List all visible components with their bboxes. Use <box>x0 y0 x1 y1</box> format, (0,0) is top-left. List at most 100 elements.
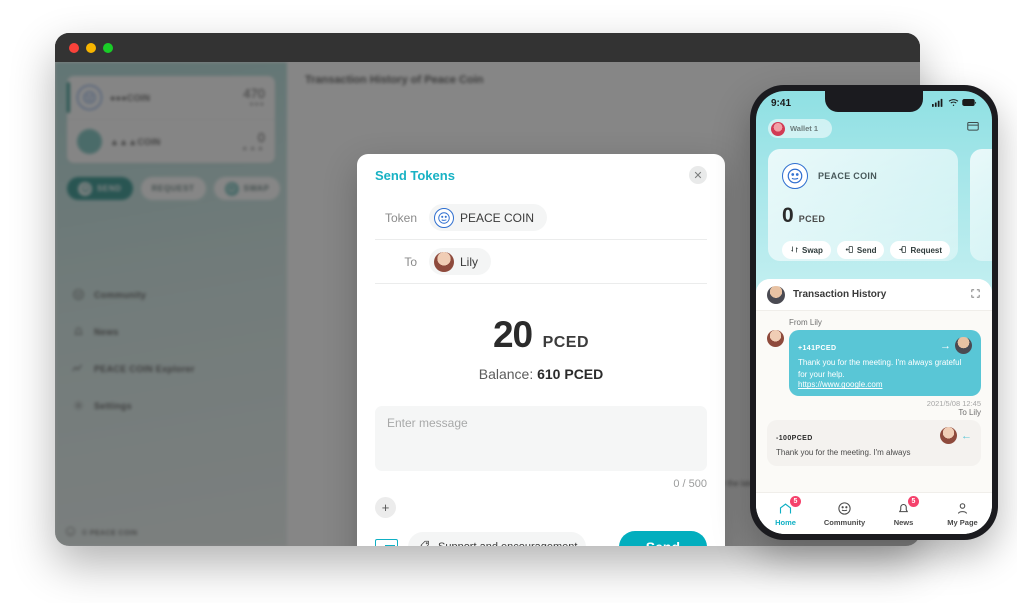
status-indicators <box>932 94 977 112</box>
window-close-button[interactable] <box>69 42 79 53</box>
category-value: Support and encouragement <box>438 541 577 546</box>
token-card-actions: Swap Send Request <box>782 241 951 259</box>
tab-label: Home <box>775 517 796 527</box>
amount-value: 20 <box>492 314 533 355</box>
tab-label: My Page <box>947 517 978 527</box>
expand-icon[interactable] <box>970 286 981 304</box>
person-icon <box>955 501 970 516</box>
balance-line: Balance: 610 PCED <box>375 366 707 382</box>
tab-home[interactable]: 5 Home <box>756 493 815 534</box>
transaction-bubble[interactable]: +141PCED → Thank you for the meeting. I'… <box>789 330 981 397</box>
arrow-left-icon: ← <box>961 429 972 442</box>
avatar <box>767 285 785 304</box>
window-minimize-button[interactable] <box>86 42 96 53</box>
send-submit-button[interactable]: Send <box>618 531 707 546</box>
bubble-header: -100PCED ← <box>776 427 972 445</box>
modal-footer: Support and encouragement ⌄ Send <box>375 531 707 546</box>
recipient-label: To <box>404 254 417 269</box>
transaction-bubble[interactable]: -100PCED ← Thank you for the meeting. I'… <box>767 420 981 466</box>
send-button-label: Send <box>856 245 877 255</box>
tab-news[interactable]: 5 News <box>874 493 933 534</box>
swap-button-label: Swap <box>802 245 823 255</box>
category-select[interactable]: Support and encouragement ⌄ <box>408 532 592 546</box>
transaction-timestamp: 2021/5/08 12:45 <box>926 399 981 409</box>
phone-status-bar: 9:41 <box>756 91 992 115</box>
bubble-header: +141PCED → <box>798 337 972 354</box>
wallet-selector[interactable]: Wallet 1 <box>768 119 833 138</box>
bell-icon: 5 <box>896 495 919 516</box>
balance-label: Balance: <box>478 366 534 382</box>
token-card-next[interactable] <box>970 149 992 261</box>
transaction-amount: +141PCED <box>798 338 836 353</box>
token-field-row: Token PEACE COIN <box>375 196 707 240</box>
status-badge: 5 <box>908 495 919 507</box>
screenshot-stage: ●●●COIN 470 ●●● ▲▲▲COIN 0 <box>0 0 1017 603</box>
tag-icon <box>419 538 431 546</box>
balance-value: 610 PCED <box>537 366 604 382</box>
transaction-history-header: Transaction History <box>756 279 992 311</box>
request-arrow-icon <box>898 245 907 256</box>
phone-wallet-header: Wallet 1 <box>756 115 992 138</box>
token-label: Token <box>384 210 417 225</box>
peace-coin-logo-icon <box>782 163 808 189</box>
token-card-header: PEACE COIN <box>782 163 944 189</box>
request-button[interactable]: Request <box>890 241 951 259</box>
phone-tab-bar: 5 Home Community 5 News My Page <box>756 492 992 534</box>
token-card-balance: 0 PCED <box>782 204 944 228</box>
transaction-list: From Lily +141PCED → Thank you for the m… <box>756 311 992 466</box>
send-button[interactable]: Send <box>836 241 885 259</box>
battery-icon <box>962 94 977 112</box>
token-card-name: PEACE COIN <box>818 171 878 181</box>
transaction-amount-unit: PCED <box>815 345 837 352</box>
wallet-icon[interactable] <box>966 119 980 138</box>
token-card-carousel[interactable]: PEACE COIN 0 PCED Swap Send Request <box>756 149 992 267</box>
home-icon: 5 <box>778 495 801 516</box>
swap-icon <box>790 245 799 256</box>
message-input[interactable]: Enter message <box>375 406 707 471</box>
avatar <box>940 427 957 445</box>
tab-label: Community <box>823 517 866 527</box>
transaction-history-panel: Transaction History From Lily +141PCED →… <box>756 279 992 534</box>
token-selector[interactable]: PEACE COIN <box>429 204 548 231</box>
swap-button[interactable]: Swap <box>782 241 831 259</box>
close-icon[interactable]: ✕ <box>689 166 707 184</box>
send-tokens-modal: Send Tokens ✕ Token PEACE COIN To Lily 2… <box>357 154 725 546</box>
transaction-amount-unit: PCED <box>791 435 813 443</box>
picture-in-picture-icon[interactable] <box>375 538 398 546</box>
smiley-icon <box>837 501 852 516</box>
transaction-message: Thank you for the meeting. I'm always gr… <box>798 358 962 379</box>
amount-unit: PCED <box>542 334 590 351</box>
add-attachment-button[interactable]: + <box>375 497 396 518</box>
recipient-selector[interactable]: Lily <box>429 248 492 275</box>
recipient-value: Lily <box>460 254 479 269</box>
peace-coin-logo-icon <box>434 207 454 228</box>
status-badge: 5 <box>790 495 801 507</box>
arrow-right-icon: → <box>940 339 951 352</box>
wifi-icon <box>948 94 959 112</box>
avatar <box>767 330 784 347</box>
send-arrow-icon <box>845 245 854 256</box>
status-clock: 9:41 <box>771 97 792 109</box>
wallet-name-label: Wallet 1 <box>790 124 819 133</box>
avatar <box>434 251 454 272</box>
transaction-direction: From Lily <box>789 318 822 327</box>
transaction-amount: -100PCED <box>776 428 813 443</box>
token-card[interactable]: PEACE COIN 0 PCED Swap Send Request <box>768 149 958 261</box>
bubble-recipient: → <box>940 337 972 354</box>
tab-community[interactable]: Community <box>815 493 874 534</box>
window-maximize-button[interactable] <box>103 42 113 53</box>
token-balance-unit: PCED <box>798 214 826 224</box>
request-button-label: Request <box>910 245 943 255</box>
list-item[interactable]: +141PCED → Thank you for the meeting. I'… <box>767 330 981 397</box>
chevron-down-icon: ⌄ <box>584 542 592 547</box>
token-balance-value: 0 <box>782 204 794 227</box>
transaction-link[interactable]: https://www.google.com <box>798 380 972 389</box>
modal-title: Send Tokens <box>375 167 455 183</box>
character-counter: 0 / 500 <box>673 478 707 490</box>
transaction-amount-value: -100 <box>776 435 792 443</box>
phone-mockup: 9:41 Wallet 1 PEACE COIN 0 PCED Swap Sen… <box>750 85 998 540</box>
list-item[interactable]: -100PCED ← Thank you for the meeting. I'… <box>767 420 981 466</box>
avatar <box>955 337 972 354</box>
token-value: PEACE COIN <box>460 210 535 225</box>
tab-my-page[interactable]: My Page <box>933 493 992 534</box>
